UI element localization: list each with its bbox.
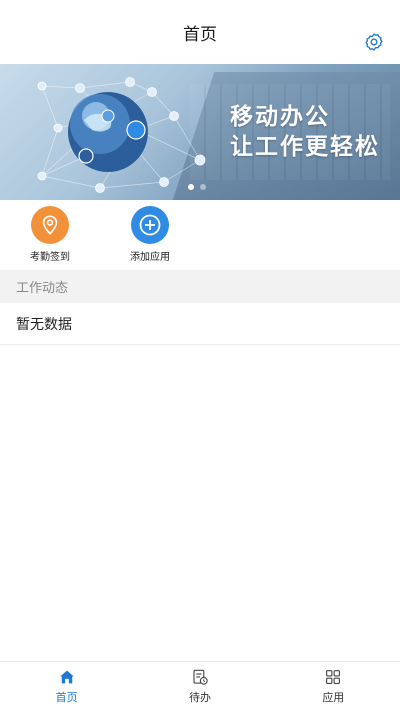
tab-todo-label: 待办 xyxy=(188,691,211,704)
home-icon xyxy=(59,670,74,684)
banner-line-1: 移动办公 xyxy=(230,104,330,130)
tab-todo[interactable]: 待办 xyxy=(133,662,266,711)
network-globe-illustration xyxy=(37,77,206,193)
banner-line-2: 让工作更轻松 xyxy=(230,134,380,160)
carousel-dot[interactable] xyxy=(200,184,206,190)
bottom-tab-bar: 首页 待办 应用 xyxy=(0,661,400,711)
tab-apps-label: 应用 xyxy=(322,691,345,704)
settings-button[interactable] xyxy=(362,30,386,54)
empty-state-text: 暂无数据 xyxy=(16,316,72,333)
carousel-dot[interactable] xyxy=(188,184,194,190)
work-updates-header: 工作动态 xyxy=(0,270,400,303)
plus-circle-icon xyxy=(131,206,169,244)
add-app-label: 添加应用 xyxy=(130,252,170,263)
apps-icon xyxy=(326,670,341,684)
attendance-checkin-label: 考勤签到 xyxy=(30,252,70,263)
todo-icon xyxy=(193,669,208,685)
page-title: 首页 xyxy=(183,24,217,45)
banner-slogan: 移动办公 让工作更轻松 xyxy=(230,102,380,162)
tab-home[interactable]: 首页 xyxy=(0,662,133,711)
section-title: 工作动态 xyxy=(16,281,69,296)
promo-banner[interactable]: 移动办公 让工作更轻松 xyxy=(0,64,400,200)
top-bar: 首页 xyxy=(0,0,400,64)
quick-actions: 考勤签到 添加应用 xyxy=(0,200,400,264)
empty-state: 暂无数据 xyxy=(0,303,400,345)
carousel-indicator xyxy=(188,184,206,190)
add-app-button[interactable]: 添加应用 xyxy=(110,206,190,263)
tab-home-label: 首页 xyxy=(55,691,78,704)
tab-apps[interactable]: 应用 xyxy=(267,662,400,711)
location-pin-icon xyxy=(31,206,69,244)
attendance-checkin-button[interactable]: 考勤签到 xyxy=(10,206,90,263)
gear-icon xyxy=(365,33,383,51)
